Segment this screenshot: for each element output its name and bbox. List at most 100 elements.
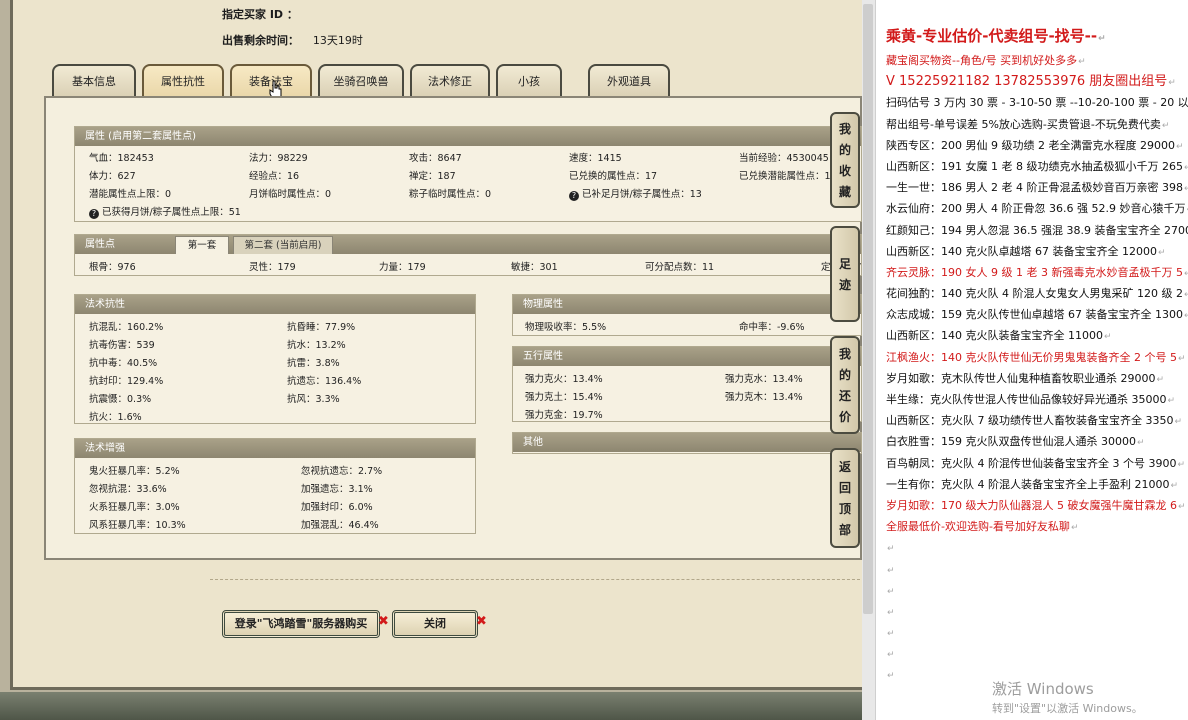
back-to-top-button[interactable]: 返 回 顶 部 [830,448,860,548]
divider-line [210,579,860,580]
document-text[interactable]: 乘黄-专业估价-代卖组号-找号--↵ 藏宝阁买物资--角色/号 买到机好处多多↵ V… [886,22,1188,686]
magic-resist-header: 法术抗性 [75,295,475,314]
document-line-text: 全服最低价-欢迎选购-看号加好友私聊 [886,520,1070,534]
document-line[interactable]: 乘黄-专业估价-代卖组号-找号--↵ [886,22,1188,50]
boost-item: 鬼火狂暴几率：5.2% [89,466,180,477]
side-char: 迹 [838,278,851,292]
paragraph-mark-icon: ↵ [887,544,895,555]
document-line[interactable]: 花间独酌：140 克火队 4 阶混人女鬼女人男鬼采矿 120 级 2↵ [886,283,1188,304]
game-window: 指定买家 ID ： 出售剩余时间： 13天19时 基本信息 属性抗性 装备法宝 … [0,0,862,720]
close-x-icon: ✖ [476,614,487,629]
paragraph-mark-icon: ↵ [1183,184,1188,195]
document-line[interactable]: ↵ [886,559,1188,580]
document-line[interactable]: ↵ [886,643,1188,664]
attr-zongzi-temp: 粽子临时属性点：0 [409,189,492,200]
document-line[interactable]: 山西新区：克火队 7 级功绩传世人畜牧装备宝宝齐全 3350↵ [886,410,1188,431]
side-char: 回 [838,481,851,495]
login-buy-button[interactable]: 登录"飞鸿踏雪"服务器购买 [222,610,380,638]
paragraph-mark-icon: ↵ [887,586,895,597]
document-line[interactable]: 红颜知己：194 男人忽混 36.5 强混 38.9 装备宝宝齐全 2700↵ [886,220,1188,241]
document-line[interactable]: ↵ [886,601,1188,622]
attr-filled-points-text: 已补足月饼/粽子属性点：13 [582,189,702,200]
element-item: 强力克火：13.4% [525,374,603,385]
document-line[interactable]: 一生有你：克火队 4 阶混人装备宝宝齐全上手盈利 21000↵ [886,474,1188,495]
point-allocatable: 可分配点数：11 [645,262,715,273]
document-line[interactable]: 扫码估号 3 万内 30 票 - 3-10-50 票 --10-20-100 票… [886,92,1188,113]
resist-item: 抗震慑：0.3% [89,394,152,405]
other-box: 其他 [512,432,862,454]
resist-item: 抗水：13.2% [287,340,346,351]
tab-child[interactable]: 小孩 [496,64,562,98]
attr-exchanged-points: 已兑换的属性点：17 [569,171,658,182]
paragraph-mark-icon: ↵ [1103,332,1112,343]
paragraph-mark-icon: ↵ [1174,417,1183,428]
remaining-time-row: 出售剩余时间： 13天19时 [222,32,363,48]
paragraph-mark-icon: ↵ [1177,353,1186,364]
help-icon[interactable]: ? [89,209,99,219]
document-line[interactable]: 江枫渔火：140 克火队传世仙无价男鬼鬼装备齐全 2 个号 5↵ [886,347,1188,368]
vertical-scrollbar[interactable] [862,0,876,720]
paragraph-mark-icon: ↵ [1183,268,1188,279]
document-line[interactable]: 全服最低价-欢迎选购-看号加好友私聊↵ [886,516,1188,537]
document-line[interactable]: 山西新区：191 女魔 1 老 8 级功绩克水抽孟极狐小千万 265↵ [886,156,1188,177]
document-line[interactable]: ↵ [886,622,1188,643]
document-line[interactable]: 一生一世：186 男人 2 老 4 阶正骨混孟极妙音百万亲密 398↵ [886,177,1188,198]
boost-item: 加强遗忘：3.1% [301,484,373,495]
side-char: 我 [838,122,851,136]
document-line[interactable]: 山西新区：140 克火队卓越塔 67 装备宝宝齐全 12000↵ [886,241,1188,262]
magic-boost-box: 法术增强 鬼火狂暴几率：5.2% 忽视抗遗忘：2.7% 忽视抗混：33.6% 加… [74,438,476,534]
tab-appearance-items[interactable]: 外观道具 [588,64,670,98]
paragraph-mark-icon: ↵ [1177,459,1186,470]
boost-item: 风系狂暴几率：10.3% [89,520,186,531]
document-line[interactable]: 陕西专区：200 男仙 9 级功绩 2 老全满雷克水程度 29000↵ [886,135,1188,156]
paragraph-mark-icon: ↵ [1168,78,1176,89]
document-line[interactable]: V 15225921182 13782553976 朋友圈出组号↵ [886,71,1188,92]
document-line-text: 山西新区：140 克火队装备宝宝齐全 11000 [886,329,1103,343]
document-line[interactable]: 藏宝阁买物资--角色/号 买到机好处多多↵ [886,50,1188,71]
attr-speed: 速度：1415 [569,153,622,164]
document-line[interactable]: 齐云灵脉：190 女人 9 级 1 老 3 新强毒克水妙音孟极千万 5↵ [886,262,1188,283]
document-line-text: 众志成城：159 克火队传世仙卓越塔 67 装备宝宝齐全 1300 [886,308,1183,322]
document-line-text: V 15225921182 13782553976 朋友圈出组号 [886,74,1168,90]
document-line[interactable]: ↵ [886,537,1188,558]
document-line[interactable]: ↵ [886,580,1188,601]
boost-item: 火系狂暴几率：3.0% [89,502,180,513]
tab-attributes-resist[interactable]: 属性抗性 [142,64,224,98]
document-line-text: 白衣胜雪：159 克火队双盘传世仙混人通杀 30000 [886,435,1136,449]
resist-item: 抗封印：129.4% [89,376,164,387]
scroll-thumb[interactable] [863,4,873,614]
document-line-text: 红颜知己：194 男人忽混 36.5 强混 38.9 装备宝宝齐全 2700 [886,223,1188,237]
document-line[interactable]: 岁月如歌：克木队传世人仙鬼种植畜牧职业通杀 29000↵ [886,368,1188,389]
five-elements-header: 五行属性 [513,347,861,366]
document-line[interactable]: 白衣胜雪：159 克火队双盘传世仙混人通杀 30000↵ [886,431,1188,452]
resist-item: 抗中毒：40.5% [89,358,158,369]
points-box: 属性点 第一套 第二套 (当前启用) 根骨：976 灵性：179 力量：179 … [74,234,862,276]
attributes-header: 属性 (启用第二套属性点) [75,127,861,146]
document-line-text: 花间独酌：140 克火队 4 阶混人女鬼女人男鬼采矿 120 级 2 [886,287,1183,301]
help-icon[interactable]: ? [569,191,579,201]
attr-exp-points: 经验点：16 [249,171,300,182]
document-line[interactable]: 山西新区：140 克火队装备宝宝齐全 11000↵ [886,325,1188,346]
element-item: 强力克土：15.4% [525,392,603,403]
document-line[interactable]: 水云仙府：200 男人 4 阶正骨忽 36.6 强 52.9 妙音心猿千万↵ [886,198,1188,219]
tab-mount-summon[interactable]: 坐骑召唤兽 [318,64,404,98]
physical-item: 物理吸收率：5.5% [525,322,607,333]
subtab-first-set[interactable]: 第一套 [175,236,229,254]
boost-item: 忽视抗混：33.6% [89,484,167,495]
footprint-button[interactable]: 足 迹 [830,226,860,322]
my-bargain-button[interactable]: 我 的 还 价 [830,336,860,434]
document-line[interactable]: 众志成城：159 克火队传世仙卓越塔 67 装备宝宝齐全 1300↵ [886,304,1188,325]
tab-basic-info[interactable]: 基本信息 [52,64,136,98]
document-line[interactable]: 岁月如歌：170 级大力队仙器混人 5 破女魔强牛魔甘霖龙 6↵ [886,495,1188,516]
tab-spell-correction[interactable]: 法术修正 [410,64,490,98]
document-line-text: 帮出组号-单号误差 5%放心选购-买贵管退-不玩免费代卖 [886,117,1161,131]
subtab-second-set[interactable]: 第二套 (当前启用) [233,236,333,254]
my-favorites-button[interactable]: 我 的 收 藏 [830,112,860,208]
document-line[interactable]: 帮出组号-单号误差 5%放心选购-买贵管退-不玩免费代卖↵ [886,114,1188,135]
resist-item: 抗昏睡：77.9% [287,322,356,333]
remaining-time-label: 出售剩余时间： [222,34,299,47]
resist-item: 抗风：3.3% [287,394,340,405]
document-line[interactable]: 百鸟朝凤：克火队 4 阶混传世仙装备宝宝齐全 3 个号 3900↵ [886,453,1188,474]
close-button[interactable]: 关闭 [392,610,478,638]
document-line[interactable]: 半生缘：克火队传世混人传世仙品像较好异光通杀 35000↵ [886,389,1188,410]
